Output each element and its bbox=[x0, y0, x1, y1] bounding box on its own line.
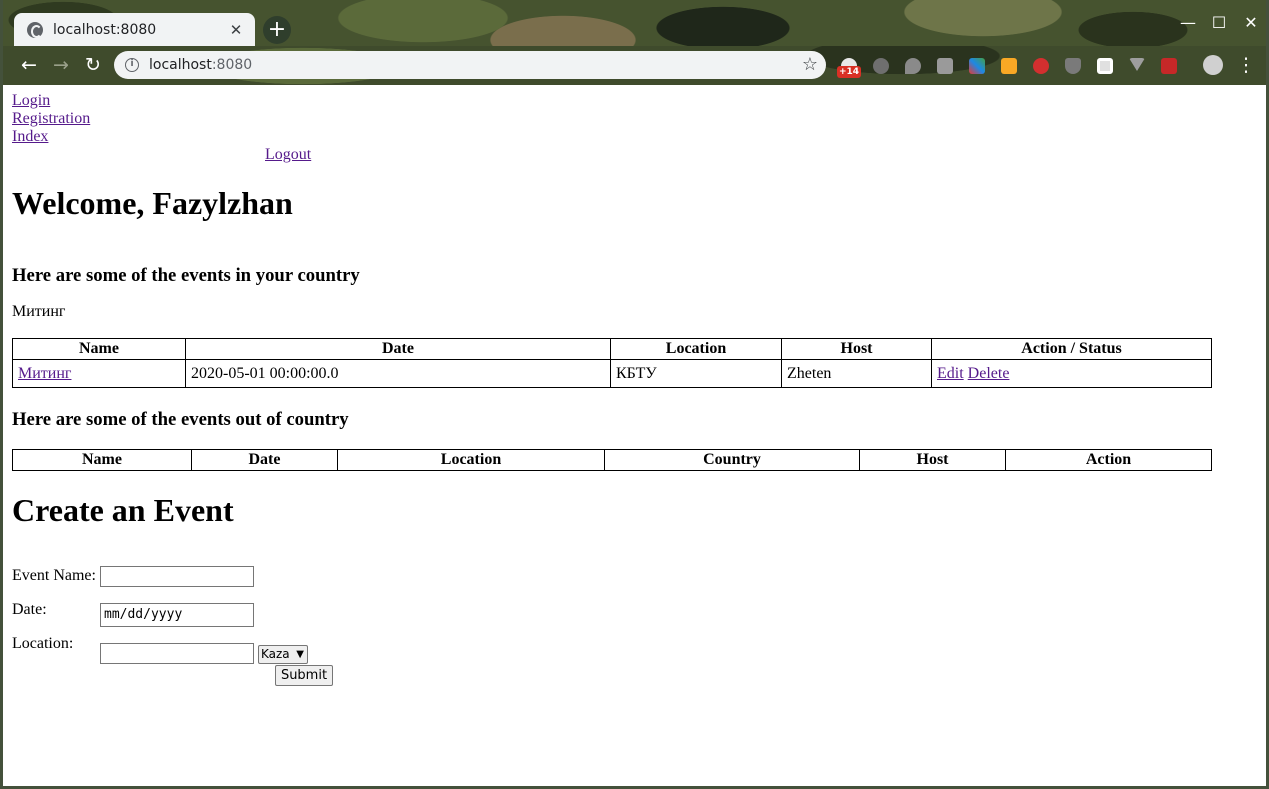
maximize-icon[interactable]: ☐ bbox=[1204, 8, 1234, 38]
pocket-extension-icon[interactable] bbox=[1065, 58, 1081, 74]
in-country-heading: Here are some of the events in your coun… bbox=[12, 265, 360, 286]
event-name-link[interactable]: Митинг bbox=[18, 365, 71, 382]
country-select[interactable]: Kaza ▼ bbox=[258, 645, 308, 664]
close-tab-icon[interactable]: ✕ bbox=[227, 21, 245, 39]
delete-link[interactable]: Delete bbox=[968, 365, 1010, 382]
logout-link[interactable]: Logout bbox=[265, 146, 311, 164]
in-country-events-table: Name Date Location Host Action / Status … bbox=[12, 338, 1212, 388]
column-header: Name bbox=[12, 338, 186, 360]
event-name-cell: Митинг bbox=[12, 359, 186, 388]
camera-extension-icon[interactable] bbox=[937, 58, 953, 74]
globe-icon bbox=[27, 21, 43, 38]
date-input[interactable]: mm/dd/yyyy bbox=[100, 603, 254, 627]
address-bar[interactable]: i localhost:8080 ☆ bbox=[114, 51, 826, 79]
event-name-input[interactable] bbox=[100, 566, 254, 587]
login-link[interactable]: Login bbox=[12, 92, 90, 110]
orange-extension-icon[interactable] bbox=[1001, 58, 1017, 74]
window-extension-icon[interactable] bbox=[1097, 58, 1113, 74]
column-header: Host bbox=[781, 338, 932, 360]
column-header: Action / Status bbox=[931, 338, 1212, 360]
column-header: Location bbox=[337, 449, 605, 471]
info-icon[interactable]: i bbox=[125, 58, 139, 72]
color-extension-icon[interactable] bbox=[969, 58, 985, 74]
column-header: Date bbox=[191, 449, 338, 471]
title-bar: localhost:8080 ✕ + — ☐ ✕ bbox=[3, 0, 1266, 46]
location-label: Location: bbox=[12, 635, 74, 652]
bookmark-star-icon[interactable]: ☆ bbox=[802, 54, 818, 75]
welcome-heading: Welcome, Fazylzhan bbox=[12, 185, 293, 221]
reload-icon[interactable]: ↻ bbox=[79, 51, 107, 79]
column-header: Host bbox=[859, 449, 1006, 471]
column-header: Country bbox=[604, 449, 860, 471]
red-extension-icon[interactable] bbox=[1161, 58, 1177, 74]
page-content: Login Registration Index Logout Welcome,… bbox=[3, 85, 1266, 786]
table-row: Митинг 2020-05-01 00:00:00.0 КБТУ Zheten… bbox=[12, 359, 1212, 388]
registration-link[interactable]: Registration bbox=[12, 110, 90, 128]
column-header: Date bbox=[185, 338, 611, 360]
date-label: Date: bbox=[12, 601, 47, 618]
out-country-heading: Here are some of the events out of count… bbox=[12, 409, 349, 430]
out-country-events-table: Name Date Location Country Host Action bbox=[12, 449, 1212, 471]
minimize-icon[interactable]: — bbox=[1173, 8, 1203, 38]
country-label: Митинг bbox=[12, 303, 66, 320]
submit-button[interactable]: Submit bbox=[275, 665, 333, 686]
dropdown-arrow-icon: ▼ bbox=[296, 649, 304, 660]
create-event-heading: Create an Event bbox=[12, 492, 234, 528]
new-tab-button[interactable]: + bbox=[263, 16, 291, 44]
table-header-row: Name Date Location Host Action / Status bbox=[12, 338, 1212, 360]
extension-badge: +14 bbox=[837, 66, 862, 78]
event-action-cell: Edit Delete bbox=[931, 359, 1212, 388]
pin-extension-icon[interactable] bbox=[905, 58, 921, 74]
back-icon[interactable]: ← bbox=[15, 51, 43, 79]
event-name-label: Event Name: bbox=[12, 567, 96, 584]
forward-icon[interactable]: → bbox=[47, 51, 75, 79]
menu-kebab-icon[interactable]: ⋮ bbox=[1232, 51, 1260, 79]
column-header: Name bbox=[12, 449, 192, 471]
browser-window: localhost:8080 ✕ + — ☐ ✕ ← → ↻ i localho… bbox=[0, 0, 1269, 789]
table-header-row: Name Date Location Country Host Action bbox=[12, 449, 1212, 471]
country-select-value: Kaza bbox=[261, 647, 290, 661]
stop-extension-icon[interactable] bbox=[1033, 58, 1049, 74]
browser-tab[interactable]: localhost:8080 ✕ bbox=[14, 13, 255, 46]
url-port: :8080 bbox=[211, 57, 253, 73]
vue-extension-icon[interactable] bbox=[1129, 58, 1145, 71]
column-header: Location bbox=[610, 338, 782, 360]
extension-icon[interactable] bbox=[873, 58, 889, 74]
browser-toolbar: ← → ↻ i localhost:8080 ☆ +14 ⋮ bbox=[3, 46, 1266, 85]
tab-title: localhost:8080 bbox=[53, 21, 157, 38]
nav-links: Login Registration Index bbox=[12, 92, 90, 146]
close-window-icon[interactable]: ✕ bbox=[1236, 8, 1266, 38]
edit-link[interactable]: Edit bbox=[937, 365, 964, 382]
event-date-cell: 2020-05-01 00:00:00.0 bbox=[185, 359, 611, 388]
event-location-cell: КБТУ bbox=[610, 359, 782, 388]
column-header: Action bbox=[1005, 449, 1212, 471]
location-input[interactable] bbox=[100, 643, 254, 664]
event-host-cell: Zheten bbox=[781, 359, 932, 388]
url-host: localhost bbox=[149, 57, 212, 73]
index-link[interactable]: Index bbox=[12, 128, 90, 146]
profile-avatar[interactable] bbox=[1203, 55, 1223, 75]
